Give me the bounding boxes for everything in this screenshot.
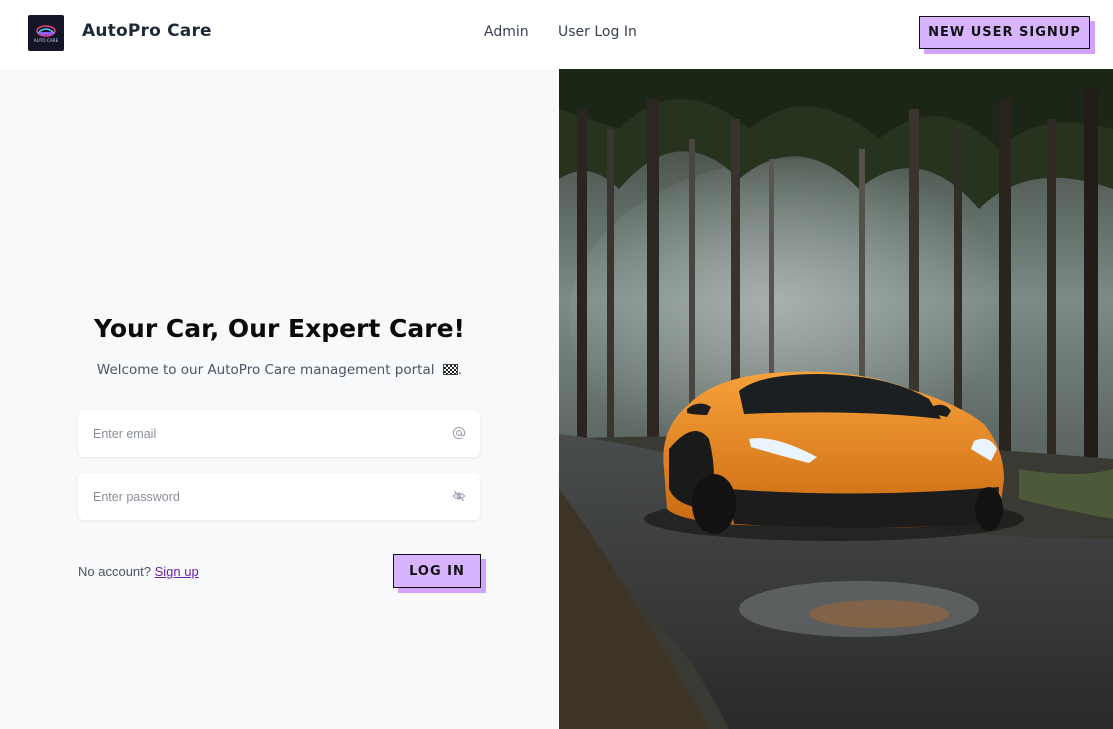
- login-button-wrap: LOG IN: [393, 554, 486, 593]
- email-input[interactable]: [93, 410, 433, 457]
- page-title: Your Car, Our Expert Care!: [94, 314, 465, 343]
- car-logo-icon: AUTO CARE: [34, 25, 59, 43]
- new-user-signup-button[interactable]: NEW USER SIGNUP: [919, 16, 1090, 49]
- hero-car-image: [559, 69, 1113, 729]
- new-user-signup-button-wrap: NEW USER SIGNUP: [919, 16, 1095, 54]
- nav-link-admin[interactable]: Admin: [484, 24, 529, 40]
- no-account-label: No account?: [78, 564, 151, 579]
- nav-link-user-login[interactable]: User Log In: [558, 24, 637, 40]
- no-account-text: No account? Sign up: [78, 564, 199, 579]
- login-button[interactable]: LOG IN: [393, 554, 481, 588]
- password-field: [78, 473, 480, 520]
- brand-name[interactable]: AutoPro Care: [82, 21, 212, 41]
- eye-off-icon[interactable]: [452, 489, 466, 503]
- top-navbar: AUTO CARE AutoPro Care Admin User Log In…: [0, 0, 1113, 69]
- password-input[interactable]: [93, 473, 433, 520]
- logo-text: AUTO CARE: [34, 38, 59, 43]
- checkered-flag-icon: [442, 364, 458, 375]
- subtitle-text: Welcome to our AutoPro Care management p…: [96, 362, 435, 378]
- at-icon: [452, 426, 466, 440]
- login-panel: Your Car, Our Expert Care! Welcome to ou…: [0, 69, 559, 729]
- brand-logo[interactable]: AUTO CARE: [28, 15, 64, 51]
- car-in-forest-illustration: [559, 69, 1113, 729]
- sign-up-link[interactable]: Sign up: [155, 564, 199, 579]
- email-field: [78, 410, 480, 457]
- subtitle-end: .: [457, 362, 463, 378]
- welcome-subtitle: Welcome to our AutoPro Care management p…: [0, 362, 559, 378]
